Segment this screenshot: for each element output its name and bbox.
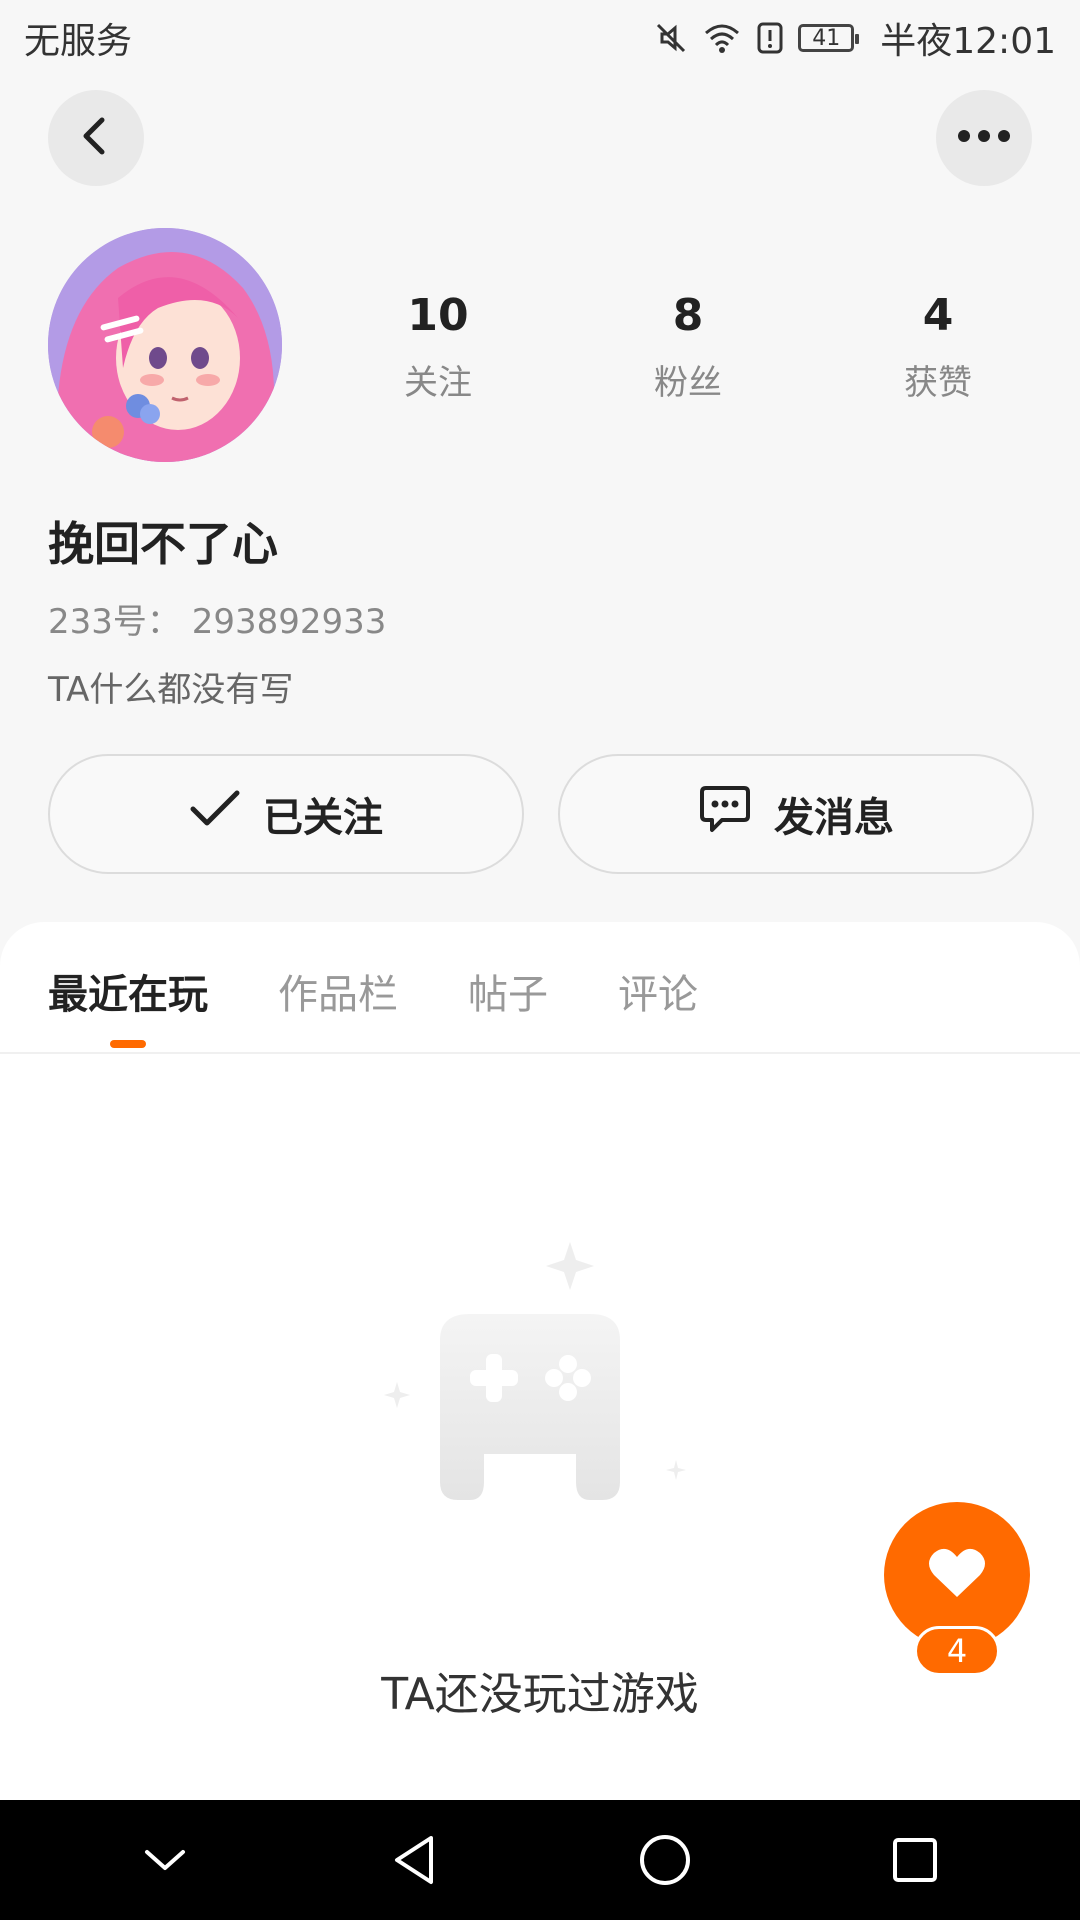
carrier-label: 无服务 xyxy=(24,21,133,62)
username: 挽回不了心 xyxy=(48,517,278,571)
followed-label: 已关注 xyxy=(263,795,383,841)
back-button[interactable] xyxy=(48,90,144,186)
tab-posts[interactable]: 帖子 xyxy=(468,962,548,1046)
tab-active-indicator xyxy=(110,1040,146,1048)
tab-works-label: 作品栏 xyxy=(278,972,398,1018)
tab-comments[interactable]: 评论 xyxy=(618,962,698,1046)
followers-count: 8 xyxy=(672,290,704,341)
tab-comments-label: 评论 xyxy=(618,972,698,1018)
mute-icon xyxy=(654,21,688,55)
content-card: 最近在玩 作品栏 帖子 评论 TA还没玩过游戏 xyxy=(0,922,1080,1800)
following-count: 10 xyxy=(407,290,469,341)
battery-level: 41 xyxy=(812,25,841,51)
heart-icon xyxy=(926,1545,988,1605)
status-icons: 41 半夜12:01 xyxy=(654,12,1056,64)
wifi-icon xyxy=(702,21,742,55)
more-button[interactable] xyxy=(936,90,1032,186)
system-nav-bar xyxy=(0,1800,1080,1920)
tab-divider xyxy=(0,1052,1080,1054)
gamepad-icon xyxy=(370,1222,690,1502)
avatar-illustration xyxy=(48,228,282,462)
chat-bubble-icon xyxy=(698,784,752,844)
profile-stats: 10 关注 8 粉丝 4 获赞 xyxy=(328,290,1048,404)
alert-icon xyxy=(756,21,784,55)
tab-posts-label: 帖子 xyxy=(468,972,548,1018)
followed-button[interactable]: 已关注 xyxy=(48,754,524,874)
back-triangle-icon[interactable] xyxy=(370,1815,460,1905)
profile-page: 无服务 41 半夜12:01 10 关注 8 粉丝 4 获赞 挽回不了心 233… xyxy=(0,0,1080,1920)
stat-likes[interactable]: 4 获赞 xyxy=(828,290,1048,404)
send-message-label: 发消息 xyxy=(774,795,894,841)
tab-recently-played-label: 最近在玩 xyxy=(48,972,208,1018)
stat-following[interactable]: 10 关注 xyxy=(328,290,548,404)
user-bio: TA什么都没有写 xyxy=(48,670,294,710)
profile-tabs: 最近在玩 作品栏 帖子 评论 xyxy=(48,962,698,1048)
empty-state-text: TA还没玩过游戏 xyxy=(381,1669,699,1720)
status-time: 半夜12:01 xyxy=(880,21,1056,62)
collapse-icon[interactable] xyxy=(120,1815,210,1905)
likes-label: 获赞 xyxy=(904,362,972,403)
battery-icon: 41 xyxy=(798,24,860,52)
likes-count: 4 xyxy=(922,290,954,341)
stat-followers[interactable]: 8 粉丝 xyxy=(578,290,798,404)
recents-square-icon[interactable] xyxy=(870,1815,960,1905)
user-id: 233号： 293892933 xyxy=(48,602,387,642)
send-message-button[interactable]: 发消息 xyxy=(558,754,1034,874)
chevron-left-icon xyxy=(74,114,118,162)
followers-label: 粉丝 xyxy=(654,362,722,403)
avatar[interactable] xyxy=(48,228,282,462)
home-circle-icon[interactable] xyxy=(620,1815,710,1905)
check-icon xyxy=(189,789,241,839)
status-bar: 无服务 41 半夜12:01 xyxy=(0,0,1080,76)
following-label: 关注 xyxy=(404,362,472,403)
tab-recently-played[interactable]: 最近在玩 xyxy=(48,962,208,1048)
tab-works[interactable]: 作品栏 xyxy=(278,962,398,1046)
more-horizontal-icon xyxy=(956,128,1012,148)
like-count-badge: 4 xyxy=(914,1626,1000,1676)
